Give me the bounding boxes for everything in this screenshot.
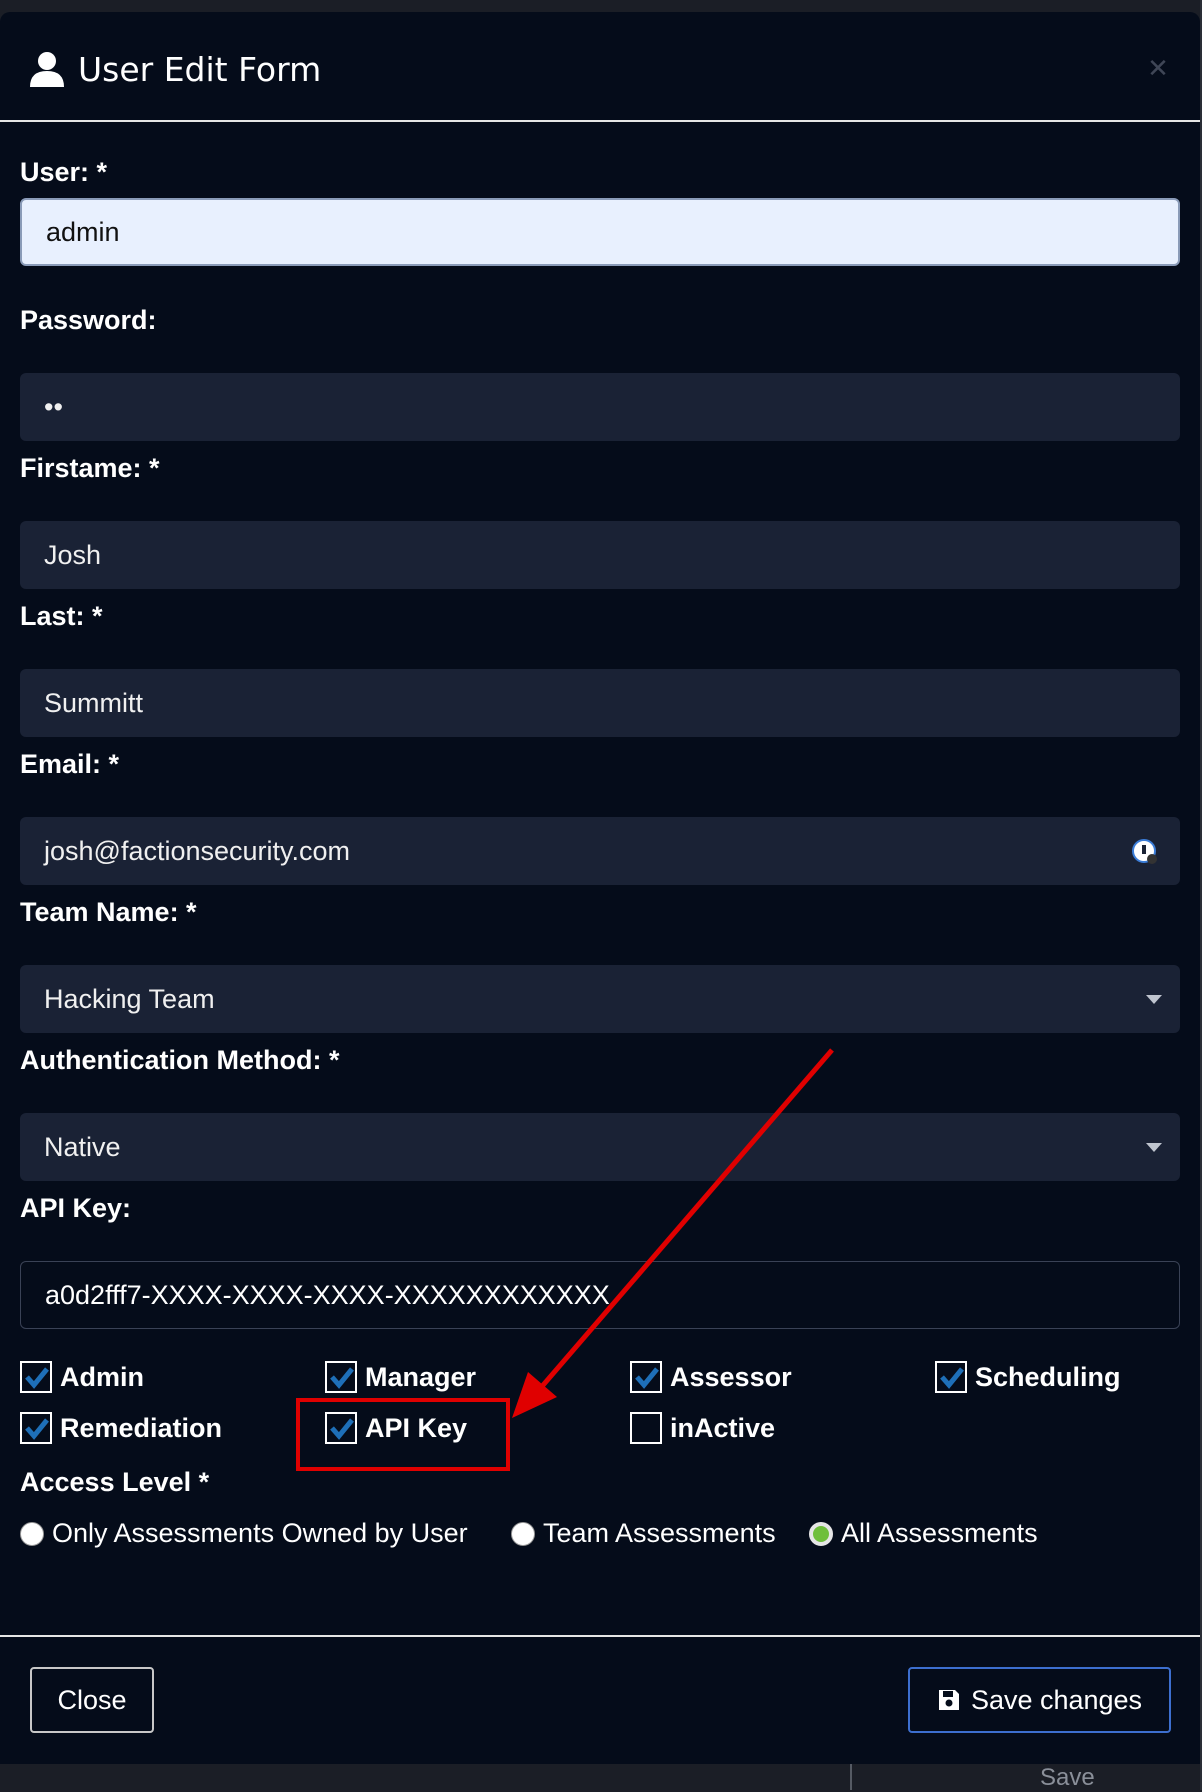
email-input[interactable]: josh@factionsecurity.com	[20, 817, 1180, 885]
manager-label: Manager	[365, 1361, 477, 1392]
checkbox-box[interactable]	[20, 1412, 52, 1444]
lastname-label: Last: *	[20, 601, 103, 631]
annotation-highlight-box	[296, 1398, 510, 1471]
team-label: Team Name: *	[20, 897, 197, 927]
save-changes-button[interactable]: Save changes	[908, 1667, 1171, 1733]
checkmark-icon	[940, 1367, 964, 1389]
close-button-label: Close	[57, 1684, 127, 1715]
admin-checkbox[interactable]: Admin	[20, 1361, 144, 1393]
email-value: josh@factionsecurity.com	[44, 835, 351, 866]
remediation-label: Remediation	[60, 1412, 223, 1443]
checkbox-box[interactable]	[630, 1412, 662, 1444]
save-button-label: Save changes	[970, 1684, 1143, 1715]
password-label: Password:	[20, 305, 157, 335]
user-label: User: *	[20, 157, 108, 187]
access-team-radio[interactable]: Team Assessments	[511, 1518, 776, 1549]
access-team-label: Team Assessments	[543, 1518, 776, 1548]
modal-header: User Edit Form ✕	[0, 12, 1200, 122]
access-all-radio[interactable]: All Assessments	[809, 1518, 1038, 1549]
scheduling-label: Scheduling	[975, 1361, 1121, 1392]
checkbox-box[interactable]	[20, 1361, 52, 1393]
apikey-input[interactable]: a0d2fff7-XXXX-XXXX-XXXX-XXXXXXXXXXXX	[20, 1261, 1180, 1329]
assessor-label: Assessor	[670, 1361, 792, 1392]
checkmark-icon	[25, 1418, 49, 1440]
team-select[interactable]: Hacking Team	[20, 965, 1180, 1033]
team-value: Hacking Team	[44, 983, 215, 1014]
remediation-checkbox[interactable]: Remediation	[20, 1412, 222, 1444]
footer-divider	[0, 1635, 1200, 1637]
apikey-label: API Key:	[20, 1193, 132, 1223]
background-divider	[850, 1764, 852, 1790]
modal-title: User Edit Form	[28, 46, 321, 92]
auth-value: Native	[44, 1131, 121, 1162]
radio-button-selected[interactable]	[809, 1521, 833, 1546]
scheduling-checkbox[interactable]: Scheduling	[935, 1361, 1121, 1393]
save-icon	[938, 1690, 959, 1710]
email-label: Email: *	[20, 749, 120, 779]
assessor-checkbox[interactable]: Assessor	[630, 1361, 792, 1393]
checkbox-box[interactable]	[935, 1361, 967, 1393]
checkmark-icon	[330, 1367, 354, 1389]
manager-checkbox[interactable]: Manager	[325, 1361, 476, 1393]
chevron-down-icon	[1146, 1143, 1162, 1152]
auth-label: Authentication Method: *	[20, 1045, 340, 1075]
access-owned-label: Only Assessments Owned by User	[52, 1518, 468, 1548]
password-manager-icon[interactable]	[1132, 839, 1158, 865]
radio-button[interactable]	[20, 1521, 44, 1546]
auth-select[interactable]: Native	[20, 1113, 1180, 1181]
checkbox-box[interactable]	[630, 1361, 662, 1393]
user-icon	[30, 52, 64, 87]
close-icon[interactable]: ✕	[1146, 55, 1170, 81]
radio-button[interactable]	[511, 1521, 535, 1546]
user-edit-modal: User Edit Form ✕ User: * admin Password:…	[0, 12, 1200, 1764]
checkmark-icon	[635, 1367, 659, 1389]
checkmark-icon	[25, 1367, 49, 1389]
inactive-label: inActive	[670, 1412, 776, 1443]
inactive-checkbox[interactable]: inActive	[630, 1412, 775, 1444]
password-input[interactable]: ••	[20, 373, 1180, 441]
access-owned-radio[interactable]: Only Assessments Owned by User	[20, 1518, 468, 1549]
access-all-label: All Assessments	[841, 1518, 1038, 1548]
firstname-input[interactable]: Josh	[20, 521, 1180, 589]
modal-title-text: User Edit Form	[78, 49, 322, 89]
background-save-text: Save	[1040, 1764, 1095, 1791]
lastname-input[interactable]: Summitt	[20, 669, 1180, 737]
access-level-label: Access Level *	[20, 1467, 210, 1497]
admin-label: Admin	[60, 1361, 144, 1392]
checkbox-box[interactable]	[325, 1361, 357, 1393]
chevron-down-icon	[1146, 995, 1162, 1004]
user-input[interactable]: admin	[20, 198, 1180, 266]
firstname-label: Firstame: *	[20, 453, 160, 483]
close-button[interactable]: Close	[30, 1667, 154, 1733]
